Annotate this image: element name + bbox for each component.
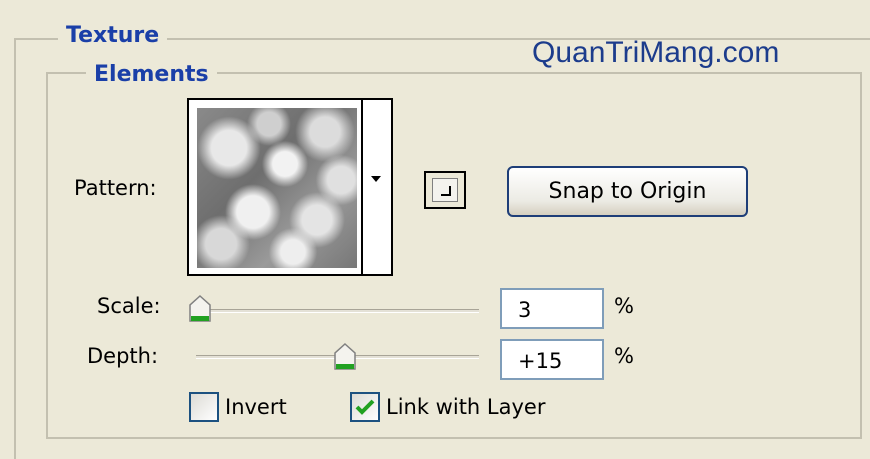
elements-group-right-border — [860, 72, 862, 439]
scale-slider-track[interactable] — [196, 309, 479, 313]
scale-input[interactable]: 3 — [500, 288, 604, 329]
invert-checkbox[interactable] — [189, 392, 219, 422]
link-with-layer-checkbox[interactable] — [350, 392, 380, 422]
scale-unit: % — [614, 294, 634, 318]
elements-group-title: Elements — [86, 62, 217, 88]
texture-group-title: Texture — [58, 23, 168, 49]
watermark: QuanTriMang.com — [532, 36, 780, 69]
elements-group-bottom-border — [46, 437, 862, 439]
depth-label: Depth: — [87, 344, 159, 368]
checkmark-icon — [355, 399, 375, 415]
depth-slider-thumb[interactable] — [334, 343, 356, 371]
new-preset-icon — [432, 178, 458, 202]
scale-label: Scale: — [97, 294, 161, 318]
elements-group-left-border — [46, 72, 48, 439]
snap-to-origin-button[interactable]: Snap to Origin — [507, 166, 748, 217]
depth-input[interactable]: +15 — [500, 339, 604, 380]
pattern-dropdown-arrow-icon[interactable] — [371, 176, 381, 182]
depth-unit: % — [614, 344, 634, 368]
pattern-picker-divider — [361, 100, 363, 274]
invert-label[interactable]: Invert — [225, 395, 287, 419]
pattern-swatch[interactable] — [197, 108, 357, 268]
new-preset-button[interactable] — [424, 171, 466, 209]
texture-group-left-border — [14, 38, 16, 459]
pattern-picker[interactable] — [187, 98, 393, 276]
scale-slider-thumb[interactable] — [189, 295, 211, 323]
link-with-layer-label[interactable]: Link with Layer — [386, 395, 545, 419]
pattern-label: Pattern: — [74, 176, 157, 200]
